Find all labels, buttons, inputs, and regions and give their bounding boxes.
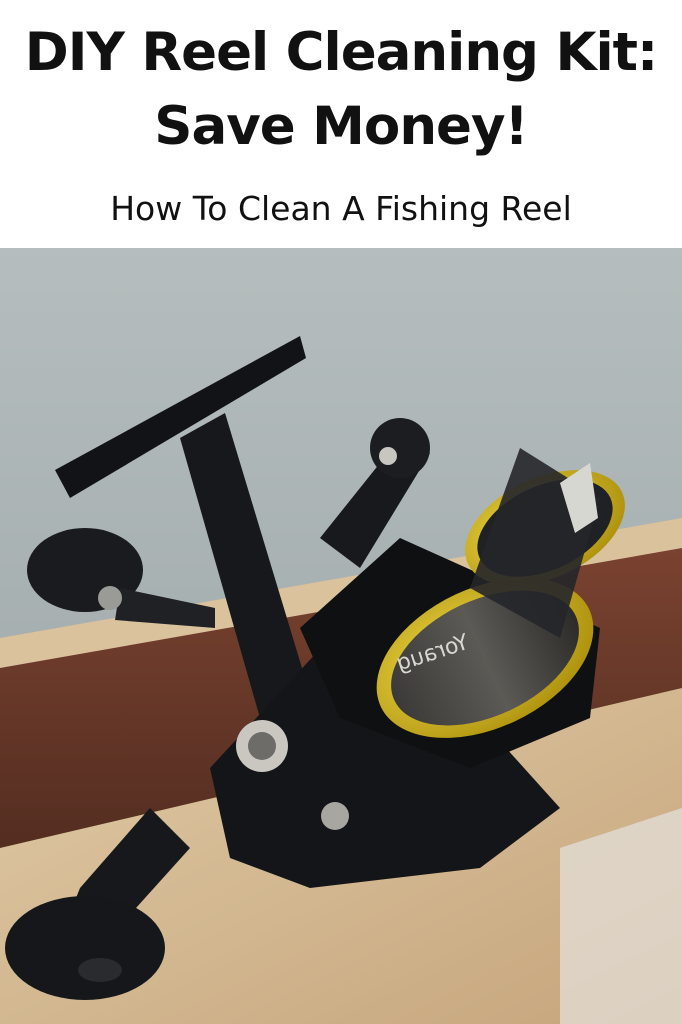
bail-screw bbox=[379, 447, 397, 465]
pin-header: DIY Reel Cleaning Kit: Save Money! How T… bbox=[0, 0, 682, 248]
reel-handle-knob bbox=[5, 896, 165, 1000]
body-bolt-center bbox=[248, 732, 276, 760]
bail-pivot bbox=[370, 418, 430, 478]
fishing-reel-photo: Yoraug bbox=[0, 248, 682, 1024]
body-screw bbox=[321, 802, 349, 830]
page-title-line-1: DIY Reel Cleaning Kit: bbox=[24, 22, 658, 83]
page-title-line-2: Save Money! bbox=[154, 96, 528, 157]
knob-grip bbox=[78, 958, 122, 982]
page-subtitle: How To Clean A Fishing Reel bbox=[110, 189, 572, 228]
fishing-reel-illustration: Yoraug bbox=[0, 248, 682, 1024]
side-knob-bolt bbox=[98, 586, 122, 610]
